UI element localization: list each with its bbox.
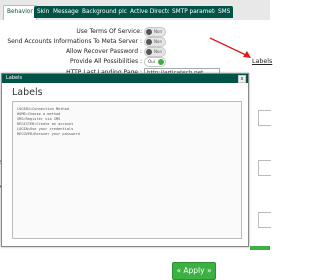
- textarea-line: REGISTER=Create an account: [17, 122, 74, 126]
- side-green-button: [250, 246, 270, 250]
- textarea-line: LOGIN1=Connection Method: [17, 107, 69, 111]
- arrow-to-labels-link: [209, 37, 249, 57]
- textarea-line: LOGIN=Use your credentials: [17, 127, 74, 131]
- dialog-heading: Labels: [12, 87, 43, 98]
- textarea-line: SMS=Register via SMS: [17, 117, 61, 121]
- dialog-titlebar: Labels: [2, 74, 248, 83]
- side-input-3: [258, 212, 271, 228]
- close-icon[interactable]: x: [238, 75, 246, 83]
- labels-textarea[interactable]: LOGIN1=Connection Method HOME=Choose a m…: [12, 101, 242, 239]
- side-input-1: [258, 110, 271, 126]
- apply-button[interactable]: « Apply »: [172, 262, 216, 280]
- labels-dialog: Labels x Labels LOGIN1=Connection Method…: [1, 73, 249, 280]
- side-input-2: [258, 160, 271, 176]
- textarea-line: RECOVER=Recover your password: [17, 132, 80, 136]
- dialog-title: Labels: [6, 75, 23, 81]
- textarea-line: HOME=Choose a method: [17, 112, 61, 116]
